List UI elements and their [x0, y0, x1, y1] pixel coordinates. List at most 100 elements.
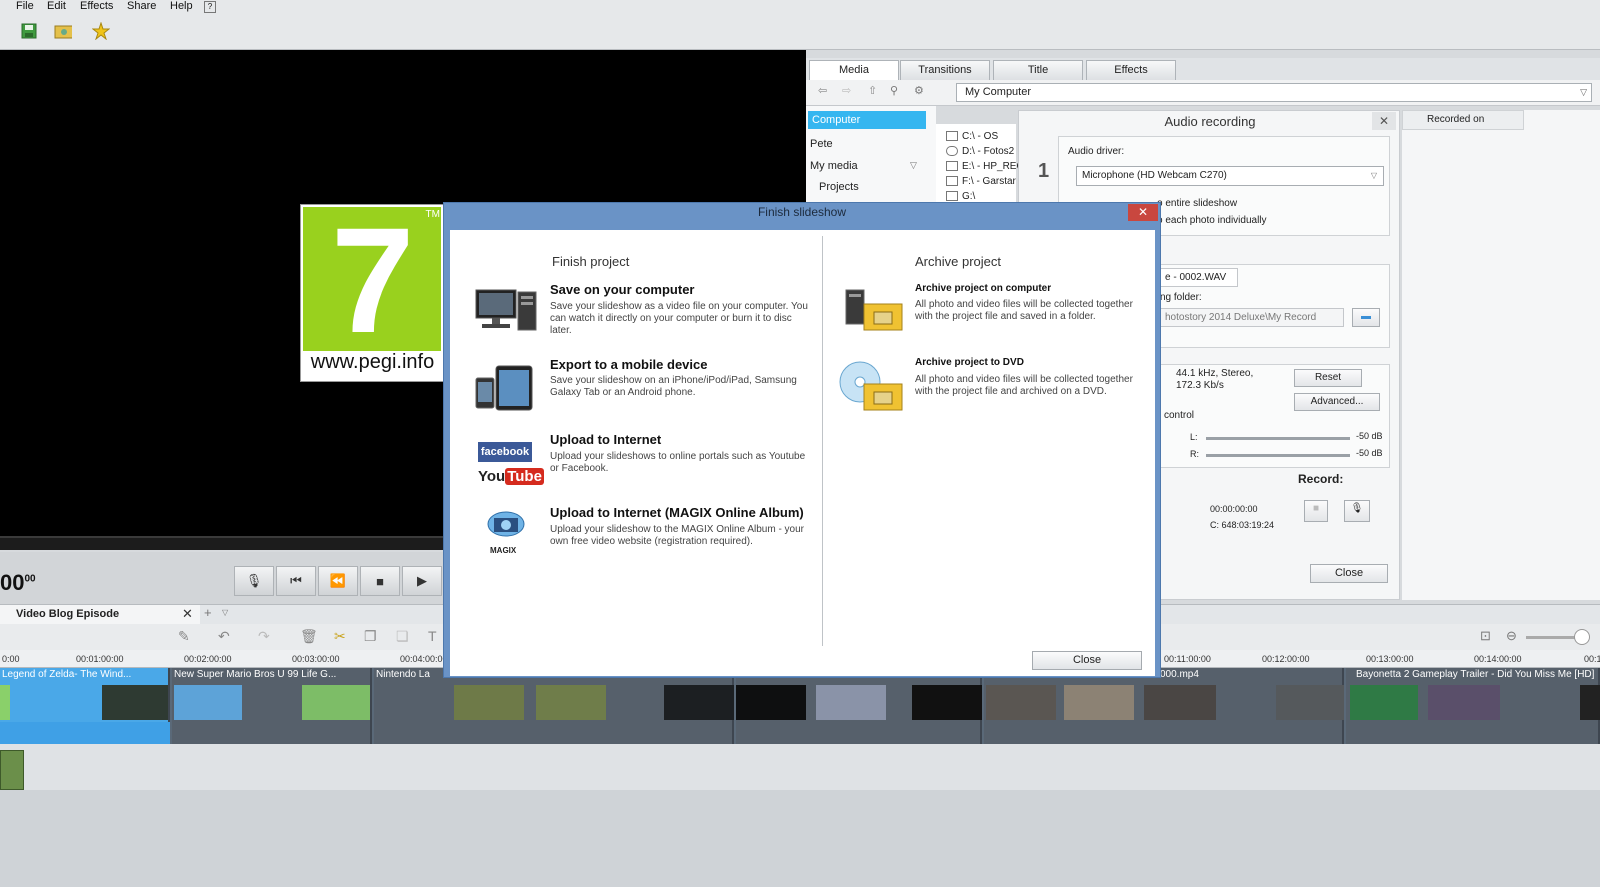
audio-close-button[interactable]: Close — [1310, 564, 1388, 583]
copy-icon[interactable]: ❐ — [364, 628, 377, 645]
clip-thumbnail — [536, 685, 606, 720]
stop-record-button[interactable]: ■ — [1304, 500, 1328, 522]
file-name-field[interactable]: e - 0002.WAV — [1160, 268, 1238, 287]
zoom-out-icon[interactable]: ⊖ — [1506, 628, 1517, 644]
archive-dvd-option[interactable]: Archive project to DVD — [915, 357, 1024, 368]
dvd-archive-icon[interactable] — [838, 360, 904, 415]
pencil-icon[interactable]: ✎ — [178, 628, 190, 645]
timeline-tab[interactable]: Video Blog Episode — [0, 605, 200, 624]
location-dropdown[interactable]: My Computer ▽ — [956, 83, 1592, 102]
delete-icon[interactable]: 🗑 — [300, 628, 318, 645]
option-description: All photo and video files will be collec… — [915, 299, 1133, 322]
archive-computer-option[interactable]: Archive project on computer — [915, 283, 1051, 294]
menu-file[interactable]: File — [16, 0, 34, 12]
mobile-device-icon[interactable] — [474, 364, 538, 415]
nav-item-computer[interactable]: Computer — [808, 111, 926, 129]
menu-share[interactable]: Share — [127, 0, 156, 12]
cut-icon[interactable]: ✂ — [334, 628, 346, 645]
toolbar — [0, 14, 1600, 50]
play-button[interactable]: ▶ — [402, 566, 442, 596]
option-each-photo[interactable]: o each photo individually — [1157, 215, 1267, 226]
nav-item-projects[interactable]: Projects — [819, 181, 859, 193]
menu-effects[interactable]: Effects — [80, 0, 113, 12]
forward-icon[interactable]: ⇨ — [842, 84, 851, 97]
chevron-down-icon[interactable]: ▽ — [222, 608, 228, 617]
menu-help[interactable]: Help — [170, 0, 193, 12]
drive-e[interactable]: E:\ - HP_REC — [946, 161, 1024, 172]
stop-button[interactable]: ■ — [360, 566, 400, 596]
record-audio-button[interactable]: 🎙 — [234, 566, 274, 596]
upload-internet-option[interactable]: Upload to Internet — [550, 432, 661, 447]
drive-f[interactable]: F:\ - Garstar — [946, 176, 1016, 187]
dialog-close-icon[interactable]: ✕ — [1128, 204, 1158, 221]
start-record-button[interactable]: 🎙 — [1344, 500, 1370, 522]
clip-thumbnail — [736, 685, 806, 720]
view-options-icon[interactable]: ⚙ — [914, 84, 924, 97]
save-icon[interactable] — [20, 22, 38, 40]
option-description: Save your slideshow on an iPhone/iPod/iP… — [550, 375, 797, 398]
control-label: control — [1164, 410, 1195, 421]
drive-icon — [946, 131, 958, 142]
binoculars-icon[interactable]: ⚲ — [890, 84, 898, 97]
save-on-computer-option[interactable]: Save on your computer — [550, 282, 694, 297]
magix-online-album-icon[interactable] — [484, 510, 528, 547]
dialog-close-button[interactable]: Close — [1032, 651, 1142, 670]
browse-folder-button[interactable]: ▬ — [1352, 308, 1380, 327]
up-folder-icon[interactable]: ⇧ — [868, 84, 877, 97]
redo-icon[interactable]: ↷ — [258, 628, 270, 645]
audio-clip[interactable] — [0, 750, 24, 790]
help-icon[interactable]: ? — [204, 1, 216, 13]
youtube-icon[interactable]: You Tube — [478, 466, 544, 488]
option-entire-slideshow[interactable]: o entire slideshow — [1157, 198, 1237, 209]
clip-thumbnail — [1064, 685, 1134, 720]
clip-thumbnail — [1276, 685, 1344, 720]
pegi-trademark: TM — [425, 209, 440, 220]
drive-g[interactable]: G:\ — [946, 191, 975, 202]
back-icon[interactable]: ⇦ — [818, 84, 827, 97]
computer-icon[interactable] — [474, 286, 540, 337]
export-mobile-option[interactable]: Export to a mobile device — [550, 357, 708, 372]
right-db: -50 dB — [1356, 448, 1383, 458]
tab-transitions[interactable]: Transitions — [900, 60, 990, 80]
effects-wizard-icon[interactable] — [92, 22, 110, 40]
skip-start-button[interactable]: ⏮ — [276, 566, 316, 596]
recorded-on-header[interactable]: Recorded on — [1402, 110, 1524, 130]
archive-computer-icon[interactable] — [844, 288, 904, 335]
undo-icon[interactable]: ↶ — [218, 628, 230, 645]
drive-icon — [946, 176, 958, 187]
rewind-button[interactable]: ⏪ — [318, 566, 358, 596]
add-tab-icon[interactable]: + — [204, 605, 212, 620]
advanced-button[interactable]: Advanced... — [1294, 393, 1380, 411]
zoom-slider-handle[interactable] — [1574, 629, 1590, 645]
close-tab-icon[interactable]: ✕ — [182, 606, 193, 622]
menu-bar: File Edit Effects Share Help ? — [0, 0, 1600, 14]
ruler-tick: 00:11:00:00 — [1164, 654, 1211, 664]
zoom-fit-icon[interactable]: ⊡ — [1480, 628, 1491, 644]
option-description: All photo and video files will be collec… — [915, 374, 1133, 397]
drive-icon — [946, 161, 958, 172]
option-description: Save your slideshow as a video file on y… — [550, 301, 808, 336]
clip-thumbnail — [1428, 685, 1500, 720]
tab-media[interactable]: Media — [809, 60, 899, 80]
audio-driver-select[interactable]: Microphone (HD Webcam C270) ▽ — [1076, 166, 1384, 186]
facebook-icon[interactable]: facebook — [478, 442, 532, 462]
ruler-tick: 00:12:00:00 — [1262, 654, 1310, 664]
paste-icon[interactable]: ❏ — [396, 628, 409, 645]
quality-text: 44.1 kHz, Stereo, — [1176, 368, 1254, 379]
nav-item-pete[interactable]: Pete — [810, 138, 833, 150]
audio-close-icon[interactable]: ✕ — [1372, 112, 1396, 130]
nav-item-my-media[interactable]: My media — [810, 160, 858, 172]
chevron-down-icon[interactable]: ▽ — [910, 160, 917, 171]
tab-effects[interactable]: Effects — [1086, 60, 1176, 80]
upload-magix-option[interactable]: Upload to Internet (MAGIX Online Album) — [550, 505, 804, 520]
reset-button[interactable]: Reset — [1294, 369, 1362, 387]
import-icon[interactable] — [54, 22, 72, 40]
folder-path-field[interactable]: hotostory 2014 Deluxe\My Record — [1160, 308, 1344, 327]
drive-d[interactable]: D:\ - Fotos2 — [946, 146, 1014, 157]
bitrate-text: 172.3 Kb/s — [1176, 380, 1224, 391]
disc-icon — [946, 146, 958, 157]
tab-title[interactable]: Title — [993, 60, 1083, 80]
drive-c[interactable]: C:\ - OS — [946, 131, 998, 142]
text-tool-icon[interactable]: T — [428, 628, 437, 644]
menu-edit[interactable]: Edit — [47, 0, 66, 12]
